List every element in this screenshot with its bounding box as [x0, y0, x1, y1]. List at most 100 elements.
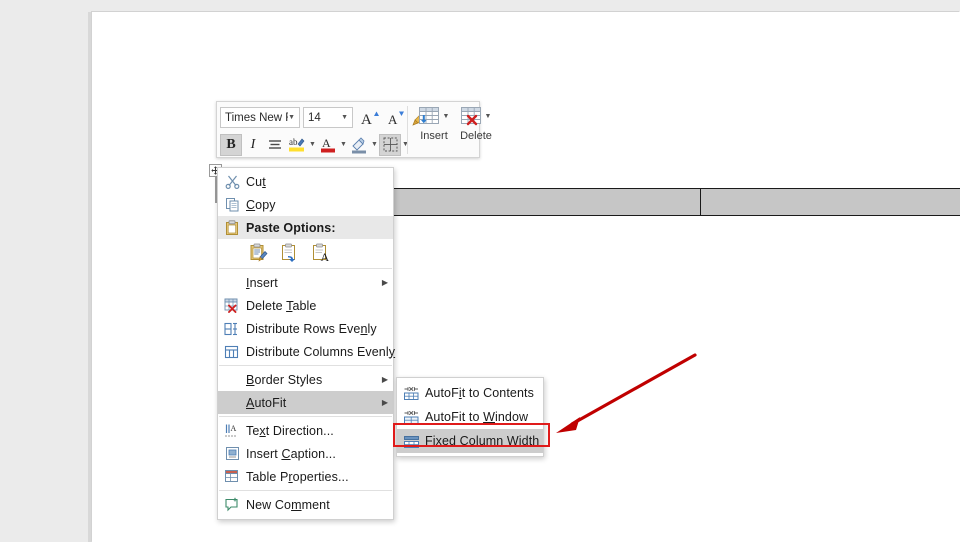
- italic-button[interactable]: I: [242, 134, 264, 156]
- paste-keep-source-icon[interactable]: [248, 242, 270, 264]
- delete-table-icon: [218, 298, 246, 313]
- svg-text:ab: ab: [289, 137, 298, 147]
- chevron-down-icon[interactable]: ▼: [308, 141, 317, 148]
- context-menu-label-copy: Copy: [246, 198, 393, 212]
- chevron-down-icon[interactable]: ▼: [370, 141, 379, 148]
- copy-icon: [218, 197, 246, 212]
- bold-button[interactable]: B: [220, 134, 242, 156]
- styles-icon: [267, 138, 283, 152]
- bold-icon: B: [226, 137, 235, 153]
- chevron-down-icon[interactable]: ▼: [401, 141, 410, 148]
- context-menu-item-new-comment[interactable]: New Comment: [218, 493, 393, 516]
- fixed-column-width-icon: [397, 434, 425, 449]
- context-menu-item-insert[interactable]: Insert ▶: [218, 271, 393, 294]
- shading-icon: [350, 136, 368, 154]
- chevron-right-icon: ▶: [377, 376, 393, 384]
- menu-separator: [219, 416, 392, 417]
- paste-options-row[interactable]: A: [218, 239, 393, 266]
- context-menu-item-insert-caption[interactable]: Insert Caption...: [218, 442, 393, 465]
- chevron-down-icon: ▼: [288, 114, 295, 121]
- chevron-down-icon[interactable]: ▼: [442, 113, 451, 120]
- distribute-rows-icon: [218, 322, 246, 336]
- svg-text:A: A: [388, 112, 398, 127]
- context-menu-item-table-properties[interactable]: Table Properties...: [218, 465, 393, 488]
- chevron-right-icon: ▶: [377, 399, 393, 407]
- text-direction-icon: A: [218, 423, 246, 438]
- autofit-submenu[interactable]: AutoFit to Contents AutoFit to Window: [396, 377, 544, 457]
- font-name-value: Times New Rc: [225, 112, 288, 124]
- svg-text:A: A: [231, 424, 237, 433]
- delete-label: Delete: [460, 131, 492, 142]
- context-menu[interactable]: Cut Copy: [217, 167, 394, 520]
- delete-table-icon: [460, 106, 484, 128]
- context-menu-label-delete-table: Delete Table: [246, 299, 393, 313]
- grow-font-icon: A: [361, 109, 380, 127]
- context-menu-label-cut: Cut: [246, 175, 393, 189]
- scissors-icon: [218, 174, 246, 189]
- context-menu-label-insert: Insert: [246, 276, 377, 290]
- submenu-item-autofit-to-window[interactable]: AutoFit to Window: [397, 405, 543, 429]
- context-menu-item-autofit[interactable]: AutoFit ▶: [218, 391, 393, 414]
- context-menu-item-distribute-columns-evenly[interactable]: Distribute Columns Evenly: [218, 340, 393, 363]
- insert-table-icon: [418, 106, 442, 128]
- submenu-item-autofit-to-contents[interactable]: AutoFit to Contents: [397, 381, 543, 405]
- shrink-font-button[interactable]: A: [383, 107, 409, 129]
- context-menu-item-copy[interactable]: Copy: [218, 193, 393, 216]
- delete-table-button[interactable]: ▼ Delete: [455, 103, 497, 156]
- submenu-label-autofit-to-window: AutoFit to Window: [425, 410, 543, 424]
- document-table[interactable]: [308, 188, 960, 216]
- paste-merge-formatting-icon[interactable]: [279, 242, 301, 264]
- context-menu-item-distribute-rows-evenly[interactable]: Distribute Rows Evenly: [218, 317, 393, 340]
- mini-formatting-toolbar[interactable]: Times New Rc ▼ 14 ▼ A A: [216, 101, 480, 158]
- menu-separator: [219, 365, 392, 366]
- table-cell-2[interactable]: [701, 189, 960, 215]
- context-menu-label-distribute-columns-evenly: Distribute Columns Evenly: [246, 345, 395, 359]
- submenu-item-fixed-column-width[interactable]: Fixed Column Width: [397, 429, 543, 453]
- font-color-icon: A: [319, 136, 337, 154]
- font-color-button[interactable]: A: [317, 134, 339, 156]
- grow-font-button[interactable]: A: [357, 107, 383, 129]
- submenu-label-autofit-to-contents: AutoFit to Contents: [425, 386, 543, 400]
- insert-label: Insert: [420, 131, 448, 142]
- clipboard-icon: [218, 220, 246, 236]
- styles-button[interactable]: [264, 134, 286, 156]
- submenu-label-fixed-column-width: Fixed Column Width: [425, 434, 543, 448]
- font-size-combobox[interactable]: 14 ▼: [303, 107, 353, 128]
- highlight-icon: ab: [288, 136, 306, 154]
- paste-options-header: Paste Options:: [218, 216, 393, 239]
- context-menu-label-table-properties: Table Properties...: [246, 470, 393, 484]
- font-name-combobox[interactable]: Times New Rc ▼: [220, 107, 300, 128]
- autofit-window-icon: [397, 410, 425, 425]
- font-size-value: 14: [308, 112, 321, 124]
- context-menu-label-distribute-rows-evenly: Distribute Rows Evenly: [246, 322, 393, 336]
- shrink-font-icon: A: [387, 109, 406, 127]
- chevron-down-icon[interactable]: ▼: [339, 141, 348, 148]
- paste-text-only-icon[interactable]: A: [310, 242, 332, 264]
- distribute-columns-icon: [218, 345, 246, 359]
- screen-root: Times New Rc ▼ 14 ▼ A A: [0, 0, 960, 542]
- context-menu-label-border-styles: Border Styles: [246, 373, 377, 387]
- context-menu-label-new-comment: New Comment: [246, 498, 393, 512]
- context-menu-item-text-direction[interactable]: A Text Direction...: [218, 419, 393, 442]
- menu-separator: [219, 490, 392, 491]
- insert-caption-icon: [218, 446, 246, 461]
- context-menu-label-autofit: AutoFit: [246, 396, 377, 410]
- paste-options-label: Paste Options:: [246, 221, 393, 235]
- borders-button[interactable]: [379, 134, 401, 156]
- new-comment-icon: [218, 497, 246, 512]
- chevron-right-icon: ▶: [377, 279, 393, 287]
- chevron-down-icon[interactable]: ▼: [484, 113, 493, 120]
- context-menu-label-insert-caption: Insert Caption...: [246, 447, 393, 461]
- context-menu-item-cut[interactable]: Cut: [218, 170, 393, 193]
- text-highlight-color-button[interactable]: ab: [286, 134, 308, 156]
- context-menu-item-delete-table[interactable]: Delete Table: [218, 294, 393, 317]
- toolbar-separator: [407, 106, 408, 154]
- insert-table-button[interactable]: ▼ Insert: [413, 103, 455, 156]
- autofit-contents-icon: [397, 386, 425, 401]
- context-menu-item-border-styles[interactable]: Border Styles ▶: [218, 368, 393, 391]
- svg-text:A: A: [361, 112, 372, 127]
- borders-icon: [383, 137, 398, 152]
- menu-separator: [219, 268, 392, 269]
- shading-button[interactable]: [348, 134, 370, 156]
- svg-text:A: A: [322, 136, 331, 150]
